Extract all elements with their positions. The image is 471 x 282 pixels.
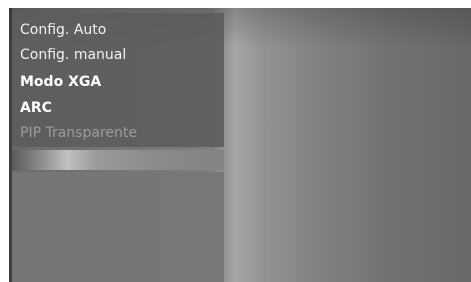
menu-divider-strip <box>12 150 224 170</box>
menu-item-arc[interactable]: ARC <box>20 99 52 117</box>
menu-item-config-manual[interactable]: Config. manual <box>20 46 126 64</box>
osd-lower-panel <box>12 172 224 282</box>
tv-screen: Config. Auto Config. manual Modo XGA ARC… <box>9 8 471 282</box>
menu-item-modo-xga[interactable]: Modo XGA <box>20 73 101 91</box>
menu-item-config-auto[interactable]: Config. Auto <box>20 21 106 39</box>
osd-menu-panel: Config. Auto Config. manual Modo XGA ARC… <box>12 13 224 147</box>
menu-item-pip-transparente: PIP Transparente <box>20 125 137 141</box>
